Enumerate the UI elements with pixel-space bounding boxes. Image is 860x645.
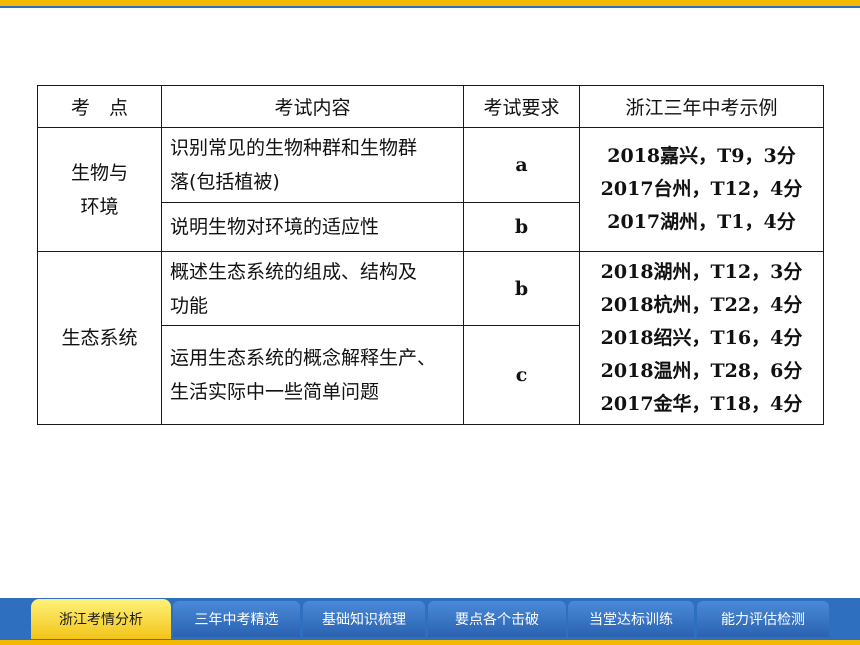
header-requirement: 考试要求 [463,85,580,128]
table-row: 生物与 环境 识别常见的生物种群和生物群 落(包括植被) a 2018嘉兴，T9… [37,127,824,252]
requirement-cell: b [463,251,580,326]
tab-three-year-selection[interactable]: 三年中考精选 [173,601,300,637]
example-item: 2017金华，T18，4分 [600,392,803,415]
content-line: 生活实际中一些简单问题 [170,381,380,403]
header-topic: 考 点 [37,85,162,128]
examples-cell: 2018湖州，T12，3分 2018杭州，T22，4分 2018绍兴，T16，4… [579,251,824,425]
requirement-cell: b [463,202,580,252]
example-item: 2018湖州，T12，3分 [600,260,803,283]
header-content: 考试内容 [161,85,464,128]
content-line: 识别常见的生物种群和生物群 [170,137,418,159]
content-line: 功能 [170,294,209,317]
examples-cell: 2018嘉兴，T9，3分 2017台州，T12，4分 2017湖州，T1，4分 [579,127,824,252]
header-examples: 浙江三年中考示例 [579,85,824,128]
content-line: 运用生态系统的概念解释生产、 [170,347,437,369]
content-cell: 运用生态系统的概念解释生产、 生活实际中一些简单问题 [161,325,464,425]
content-cell: 说明生物对环境的适应性 [161,202,464,252]
bottom-accent-line [0,640,860,645]
topic-cell: 生态系统 [37,251,162,425]
topic-line: 环境 [80,195,119,218]
tab-ability-assessment[interactable]: 能力评估检测 [697,601,829,637]
requirement-cell: a [463,127,580,203]
tab-zhejiang-analysis[interactable]: 浙江考情分析 [31,599,171,639]
requirement-cell: c [463,325,580,425]
content-cell: 概述生态系统的组成、结构及 功能 [161,251,464,326]
topic-line: 生态系统 [61,327,138,349]
topic-line: 生物与 [70,161,128,184]
table-row: 生态系统 概述生态系统的组成、结构及 功能 b 2018湖州，T12，3分 20… [37,251,824,425]
tab-key-points[interactable]: 要点各个击破 [428,601,566,637]
top-divider-line [0,6,860,8]
topic-cell: 生物与 环境 [37,127,162,252]
content-line: 概述生态系统的组成、结构及 [170,260,418,283]
example-item: 2018绍兴，T16，4分 [600,326,803,349]
tab-basic-knowledge[interactable]: 基础知识梳理 [303,601,425,637]
table-header-row: 考 点 考试内容 考试要求 浙江三年中考示例 [37,85,824,128]
example-item: 2017台州，T12，4分 [600,178,803,200]
example-item: 2018杭州，T22，4分 [600,293,803,316]
example-item: 2018温州，T28，6分 [600,359,803,382]
example-item: 2017湖州，T1，4分 [607,211,796,233]
example-item: 2018嘉兴，T9，3分 [607,145,796,167]
content-cell: 识别常见的生物种群和生物群 落(包括植被) [161,127,464,203]
tab-in-class-practice[interactable]: 当堂达标训练 [568,601,694,637]
content-line: 说明生物对环境的适应性 [170,216,380,238]
content-line: 落(包括植被) [170,171,280,193]
exam-table: 考 点 考试内容 考试要求 浙江三年中考示例 生物与 环境 识别常见的生物种群和… [37,85,824,425]
